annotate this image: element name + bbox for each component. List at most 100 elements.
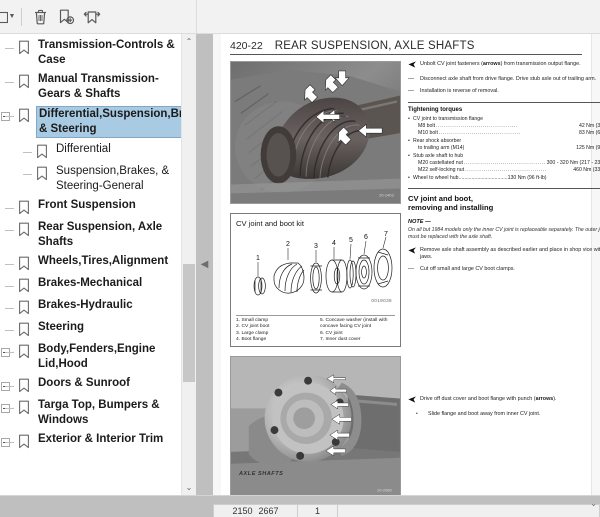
torque-row: M20 castellated nut ....................… (408, 160, 600, 167)
page-count-field[interactable]: 1 (298, 504, 338, 517)
sidebar-item-wheels-tires-alignment[interactable]: Wheels,Tires,Alignment (0, 252, 181, 274)
tree-line (5, 48, 14, 49)
torque-group-name: CV joint to transmission flange (413, 115, 484, 122)
new-bookmark-button[interactable] (53, 4, 79, 30)
tree-line (5, 208, 14, 209)
torque-value: 460 Nm (339 ft-lb) (573, 166, 600, 173)
leader-dots: .................................. (458, 174, 508, 181)
svg-text:1: 1 (256, 255, 260, 262)
svg-text:3: 3 (314, 243, 318, 250)
bookmark-list[interactable]: Transmission-Controls & Case Manual Trans… (0, 34, 181, 495)
collapse-panel-arrow-icon[interactable]: ◀ (201, 259, 209, 270)
trash-icon (34, 9, 46, 24)
current-page-value: 2150 (232, 506, 253, 516)
instruction-step: Drive off dust cover and boot flange wit… (408, 396, 600, 406)
toolbar-divider (21, 7, 22, 26)
bookmarks-toolbar: ▼ (0, 0, 600, 34)
svg-text:6: 6 (364, 234, 368, 241)
torque-row: M8 bolt ................................… (408, 123, 600, 130)
sidebar-item-label: Body,Fenders,Engine Lid,Hood (38, 343, 156, 370)
torque-group-name: Wheel to wheel hub (413, 174, 459, 181)
diagram-legend: 1. Small clamp 2. CV joint boot 3. Large c… (236, 315, 395, 343)
sidebar-item-brakes-mechanical[interactable]: Brakes-Mechanical (0, 274, 181, 296)
pdf-page: 420-22 REAR SUSPENSION, AXLE SHAFTS 20-1… (221, 34, 600, 495)
diagram-title: CV joint and boot kit (236, 219, 304, 228)
torque-row: M10 bolt ...............................… (408, 130, 600, 137)
page-columns: 20-1403 CV joint and boot kit 1 2 3 4 5 … (230, 61, 600, 495)
sidebar-item-brakes-hydraulic[interactable]: Brakes-Hydraulic (0, 296, 181, 318)
left-column: 20-1403 CV joint and boot kit 1 2 3 4 5 … (230, 61, 401, 495)
page-layout-dropdown[interactable]: ▼ (0, 4, 16, 30)
sidebar-item-label: Differential (56, 143, 111, 155)
instruction-step: — Cut off small and large CV boot clamps… (408, 266, 600, 273)
bookmark-icon (18, 300, 35, 316)
sidebar-item-label: Differential,Suspension,Brakes & Steerin… (36, 106, 181, 138)
torque-fastener-name: M8 bolt (418, 122, 436, 129)
chevron-down-icon: ▼ (8, 13, 16, 20)
status-bar-extra (338, 504, 600, 517)
section-heading: CV joint and boot, removing and installi… (408, 194, 600, 213)
torque-group-heading: • Rear shock absorber (408, 138, 600, 145)
torque-group-heading: • Wheel to wheel hub ....................… (408, 175, 600, 182)
torque-fastener-name: M10 bolt (418, 129, 438, 136)
page-number-input[interactable]: 2150 2667 (213, 504, 298, 517)
step-5-text: Cut off small and large CV boot clamps. (420, 266, 515, 273)
bullet-marker-icon: • (416, 411, 418, 418)
sidebar-item-label: Front Suspension (38, 199, 136, 211)
instruction-step: • Slide flange and boot away from inner … (408, 411, 600, 418)
sidebar-item-doors-sunroof[interactable]: Doors & Sunroof (0, 374, 181, 396)
figure-code: 0019038 (371, 298, 392, 303)
sidebar-item-transmission-controls-case[interactable]: Transmission-Controls & Case (0, 36, 181, 70)
scrollbar-thumb[interactable] (183, 264, 195, 382)
scroll-up-arrow-icon[interactable]: ⌃ (182, 34, 196, 49)
sidebar-item-targa-top-bumpers-windows[interactable]: Targa Top, Bumpers & Windows (0, 396, 181, 430)
sidebar-item-label: Targa Top, Bumpers & Windows (38, 399, 160, 426)
sidebar-item-body-fenders-engine-lid-hood[interactable]: Body,Fenders,Engine Lid,Hood (0, 340, 181, 374)
note-text: On all but 1984 models only the inner CV… (408, 226, 600, 240)
sidebar-item-steering[interactable]: Steering (0, 318, 181, 340)
tree-line (5, 408, 14, 409)
scroll-down-arrow-icon[interactable]: ⌄ (182, 480, 196, 495)
torque-row: to trailing arm (M14) 125 Nm (92 ft-lb) (408, 145, 600, 152)
sidebar-item-manual-transmission-gears-shafts[interactable]: Manual Transmission-Gears & Shafts (0, 70, 181, 104)
bookmark-icon (18, 74, 35, 90)
document-viewport[interactable]: 420-22 REAR SUSPENSION, AXLE SHAFTS 20-1… (213, 34, 600, 495)
tree-line (23, 174, 32, 175)
tree-line (23, 152, 32, 153)
instruction-step: — Disconnect axle shaft from drive flang… (408, 76, 600, 83)
bookmark-icon (18, 200, 35, 216)
sidebar-item-front-suspension[interactable]: Front Suspension (0, 196, 181, 218)
column-spacer (408, 278, 600, 396)
delete-bookmark-button[interactable] (27, 4, 53, 30)
arrow-marker-icon (408, 61, 416, 71)
tree-line (5, 82, 14, 83)
step-6-text: Drive off dust cover and boot flange wit… (420, 396, 557, 403)
step-2-text: Disconnect axle shaft from drive flange.… (420, 76, 597, 83)
step-7-text: Slide flange and boot away from inner CV… (428, 411, 541, 418)
step-3-text: Installation is reverse of removal. (420, 88, 499, 95)
torque-value: 83 Nm (60 ft-lb) (578, 129, 600, 136)
step-4-text: Remove axle shaft assembly as described … (420, 246, 600, 260)
sidebar-item-suspension-brakes-steering-general[interactable]: Suspension,Brakes, & Steering-General (0, 162, 181, 196)
bookmarks-panel: Transmission-Controls & Case Manual Trans… (0, 34, 196, 495)
panel-splitter[interactable]: ◀ (196, 34, 213, 495)
page-number-label: 420-22 (230, 40, 263, 52)
torque-group: • Wheel to wheel hub ....................… (408, 175, 600, 182)
status-expand-arrow-icon[interactable]: ⌄ (590, 499, 597, 508)
torque-group: • Rear shock absorber to trailing arm (M14… (408, 138, 600, 152)
torque-group-name: Stub axle shaft to hub (413, 152, 464, 159)
torque-value: 125 Nm (92 ft-lb) (576, 144, 600, 151)
bookmark-icon (18, 344, 35, 360)
arrow-marker-icon (408, 396, 416, 406)
sidebar-item-rear-suspension-axle-shafts[interactable]: Rear Suspension, Axle Shafts (0, 218, 181, 252)
sidebar-item-differential-suspension-brakes-steering[interactable]: Differential,Suspension,Brakes & Steerin… (0, 104, 181, 140)
bookmark-icon (18, 256, 35, 272)
sidebar-item-differential[interactable]: Differential (0, 140, 181, 162)
tree-line (5, 442, 14, 443)
collapse-bookmarks-button[interactable] (79, 4, 105, 30)
leader-dots (464, 145, 576, 152)
sidebar-item-exterior-interior-trim[interactable]: Exterior & Interior Trim (0, 430, 181, 452)
tightening-torques-title: Tightening torques (408, 106, 463, 113)
bookmarks-scrollbar[interactable]: ⌃ ⌄ (181, 34, 196, 495)
scrollbar-track[interactable] (182, 49, 196, 480)
